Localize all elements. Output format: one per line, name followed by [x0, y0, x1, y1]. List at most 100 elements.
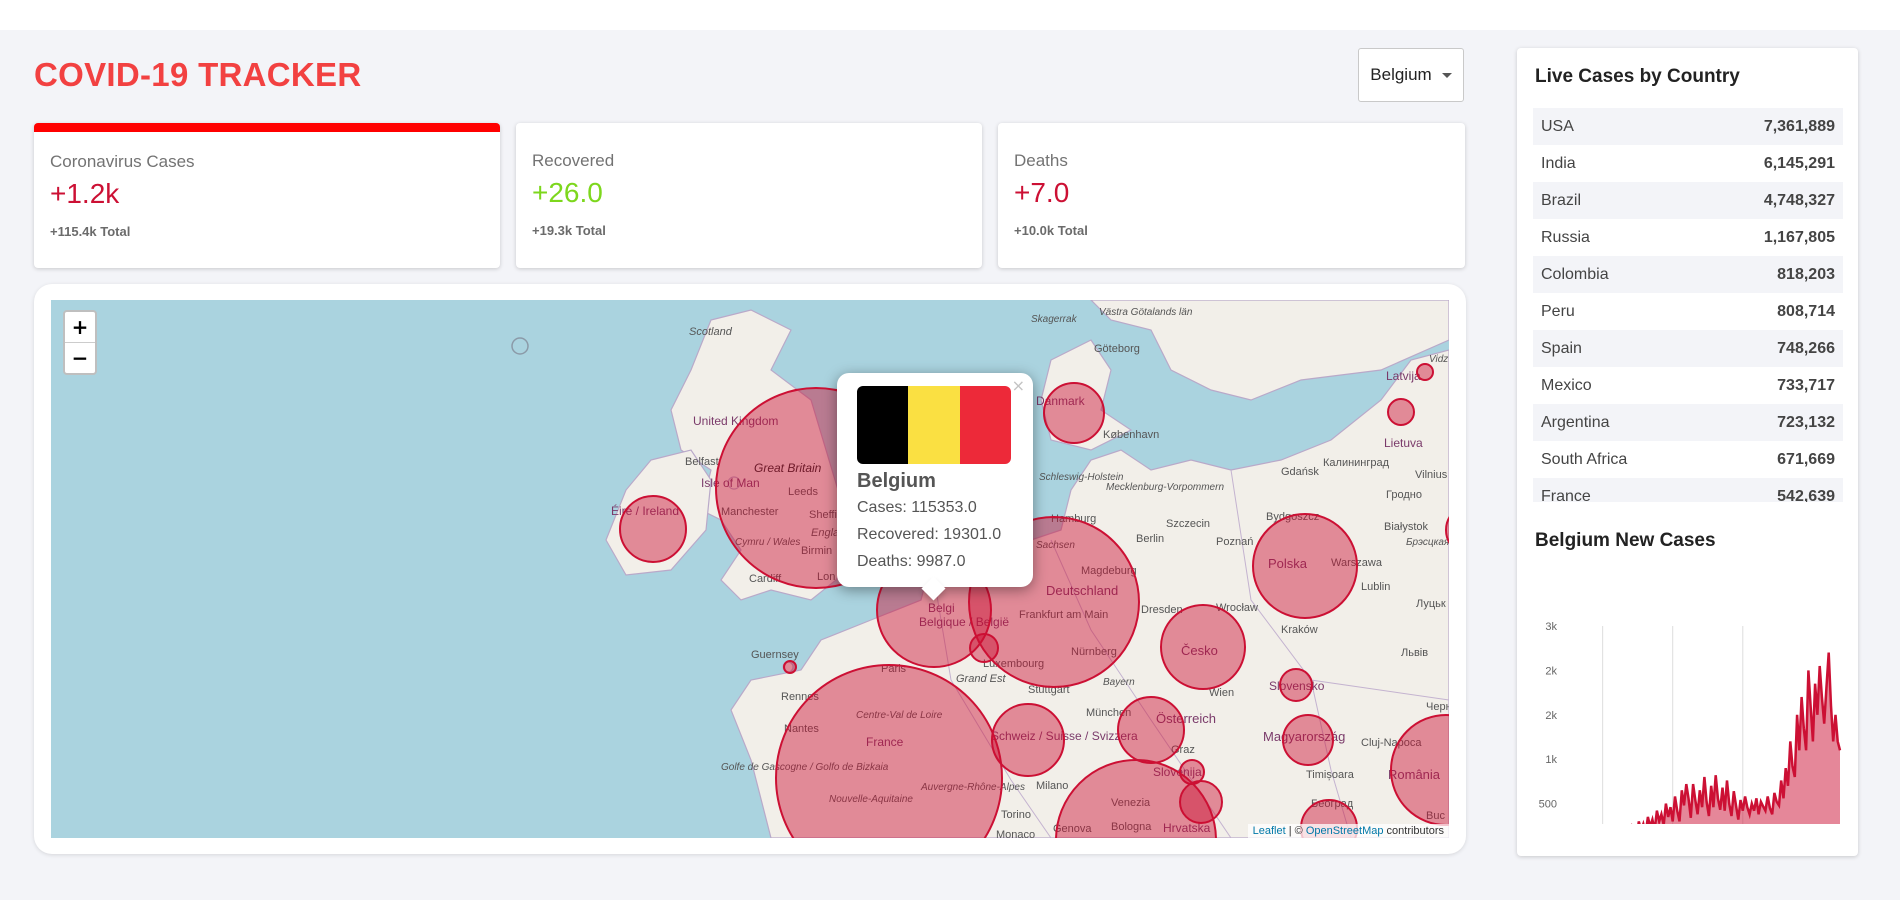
map-label: Poznań [1216, 536, 1253, 548]
y-tick-label: 3k [1545, 621, 1557, 633]
case-count: 748,266 [1777, 339, 1835, 357]
chart-title: Belgium New Cases [1535, 530, 1716, 551]
y-tick-label: 500 [1539, 799, 1557, 811]
case-count: 671,669 [1777, 450, 1835, 468]
belgium-flag [857, 386, 1011, 464]
card-value: +1.2k [50, 178, 120, 209]
zoom-out-button[interactable]: − [65, 342, 95, 373]
country-name: South Africa [1541, 450, 1628, 468]
leaflet-link[interactable]: Leaflet [1253, 825, 1286, 837]
case-circle-hungary[interactable] [1282, 714, 1334, 766]
country-select[interactable]: Belgium [1358, 48, 1464, 102]
table-row[interactable]: South Africa 671,669 [1533, 441, 1843, 478]
zoom-control: + − [63, 310, 97, 375]
cases-card[interactable]: Coronavirus Cases +1.2k +115.4k Total [34, 123, 500, 268]
table-row[interactable]: Russia 1,167,805 [1533, 219, 1843, 256]
country-name: France [1541, 487, 1591, 503]
case-circle-faroe[interactable] [511, 337, 529, 355]
map-label: Szczecin [1166, 518, 1210, 530]
map-label: København [1103, 429, 1159, 441]
map-label: Bayern [1103, 677, 1135, 688]
case-count: 808,714 [1777, 302, 1835, 320]
case-circle-austria[interactable] [1117, 696, 1185, 764]
case-circle-czechia[interactable] [1160, 604, 1246, 690]
popup-cases: Cases: 115353.0 [857, 499, 977, 516]
case-count: 6,145,291 [1763, 154, 1835, 172]
map-label: Lublin [1361, 581, 1390, 593]
map-label: Mecklenburg-Vorpommern [1106, 482, 1224, 493]
card-title: Deaths [1014, 151, 1068, 170]
country-name: Russia [1541, 228, 1590, 246]
card-value: +7.0 [1014, 177, 1070, 208]
card-total: +115.4k Total [50, 224, 131, 239]
case-count: 818,203 [1777, 265, 1835, 283]
case-count: 733,717 [1777, 376, 1835, 394]
chevron-down-icon [1441, 72, 1452, 78]
osm-link[interactable]: OpenStreetMap [1306, 825, 1384, 837]
y-tick-label: 2k [1545, 665, 1557, 677]
country-name: Peru [1541, 302, 1575, 320]
map-label: Grand Est [956, 673, 1006, 685]
country-name: Mexico [1541, 376, 1592, 394]
case-count: 723,132 [1777, 413, 1835, 431]
recovered-card[interactable]: Recovered +26.0 +19.3k Total [516, 123, 982, 268]
map-label: Göteborg [1094, 343, 1140, 355]
app-title: COVID-19 TRACKER [34, 56, 362, 93]
live-cases-table[interactable]: USA 7,361,889 India 6,145,291 Brazil 4,748,32… [1533, 108, 1843, 502]
case-circle-slovakia[interactable] [1279, 668, 1313, 702]
map-label: Guernsey [751, 649, 799, 661]
table-row[interactable]: Brazil 4,748,327 [1533, 182, 1843, 219]
case-circle-poland[interactable] [1252, 513, 1358, 619]
map-label: Брэсцкая вобласць [1406, 536, 1449, 548]
map-label: Vidz [1429, 354, 1448, 365]
map-label: Калининград [1323, 457, 1390, 469]
map-label: Belfast [685, 456, 719, 468]
table-row[interactable]: Peru 808,714 [1533, 293, 1843, 330]
table-row[interactable]: USA 7,361,889 [1533, 108, 1843, 145]
map-label: Berlin [1136, 533, 1164, 545]
country-popup: × Belgium Cases: 115353.0 Recovered: 193… [837, 373, 1033, 601]
table-row[interactable]: Argentina 723,132 [1533, 404, 1843, 441]
close-icon[interactable]: × [1012, 376, 1025, 395]
country-name: Spain [1541, 339, 1582, 357]
case-circle-lithuania[interactable] [1387, 398, 1415, 426]
country-name: Argentina [1541, 413, 1610, 431]
case-circle-guernsey[interactable] [783, 660, 797, 674]
flag-stripe [959, 386, 1011, 464]
map-attribution: Leaflet | © OpenStreetMap contributors [1247, 824, 1449, 838]
case-count: 1,167,805 [1763, 228, 1835, 246]
deaths-card[interactable]: Deaths +7.0 +10.0k Total [998, 123, 1465, 268]
flag-stripe [857, 386, 909, 464]
map-label: Gdańsk [1281, 466, 1319, 478]
country-name: USA [1541, 117, 1574, 135]
map-label: Черн [1426, 701, 1449, 713]
table-row[interactable]: Colombia 818,203 [1533, 256, 1843, 293]
case-circle-switzerland[interactable] [991, 703, 1065, 777]
map-label: Białystok [1384, 521, 1429, 533]
card-total: +10.0k Total [1014, 223, 1088, 238]
case-circle-latvia[interactable] [1416, 363, 1434, 381]
zoom-in-button[interactable]: + [65, 312, 95, 342]
table-row[interactable]: Mexico 733,717 [1533, 367, 1843, 404]
table-row[interactable]: Spain 748,266 [1533, 330, 1843, 367]
country-name: India [1541, 154, 1576, 172]
country-name: Brazil [1541, 191, 1582, 209]
card-value: +26.0 [532, 177, 603, 208]
table-row[interactable]: France 542,639 [1533, 478, 1843, 502]
card-title: Coronavirus Cases [50, 152, 195, 171]
map-label: Lietuva [1384, 436, 1423, 450]
map-label: Гродно [1386, 489, 1422, 501]
world-map[interactable]: Scotland United Kingdom Great Britain Is… [51, 300, 1449, 838]
case-circle-ireland[interactable] [619, 495, 687, 563]
new-cases-chart: 05001k2k2k3kJul 2020Aug 2020Sep 2020 [1539, 621, 1842, 824]
table-row[interactable]: India 6,145,291 [1533, 145, 1843, 182]
popup-deaths: Deaths: 9987.0 [857, 553, 966, 570]
live-cases-title: Live Cases by Country [1535, 66, 1740, 87]
attribution-separator: | © [1285, 825, 1306, 837]
card-total: +19.3k Total [532, 223, 606, 238]
map-label: Milano [1036, 780, 1068, 792]
right-panel: Live Cases by Country USA 7,361,889 India 6… [1517, 48, 1858, 856]
attribution-suffix: contributors [1383, 825, 1444, 837]
case-circle-denmark[interactable] [1043, 382, 1105, 444]
map-label: Kraków [1281, 624, 1318, 636]
